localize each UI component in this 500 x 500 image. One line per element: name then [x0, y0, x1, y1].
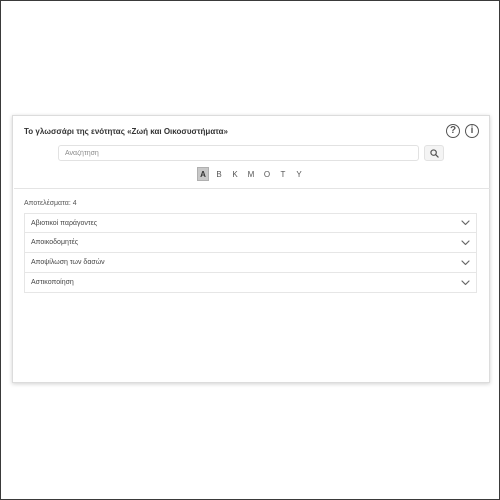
info-icon[interactable]: i [465, 124, 479, 138]
letter-filter-4[interactable]: Μ [245, 167, 257, 181]
results-list: Αβιοτικοί παράγοντες Αποικοδομητές Αποψίλω… [24, 213, 477, 293]
letter-filter-6[interactable]: Τ [277, 167, 289, 181]
results-count: Αποτελέσματα: 4 [24, 200, 77, 207]
glossary-term-row[interactable]: Αποψίλωση των δασών [24, 253, 477, 273]
glossary-term-row[interactable]: Αβιοτικοί παράγοντες [24, 213, 477, 233]
glossary-term-label: Αποψίλωση των δασών [31, 259, 105, 266]
glossary-term-label: Αστικοποίηση [31, 279, 74, 286]
chevron-down-icon [460, 278, 470, 288]
glossary-panel: Το γλωσσάρι της ενότητας «Ζωή και Οικοσυ… [12, 115, 490, 383]
glossary-term-label: Αβιοτικοί παράγοντες [31, 219, 98, 227]
separator [14, 188, 490, 189]
letter-filter-1[interactable]: Α [197, 167, 209, 181]
glossary-term-row[interactable]: Αστικοποίηση [24, 273, 477, 293]
glossary-term-label: Αποικοδομητές [31, 239, 79, 246]
chevron-down-icon [460, 218, 470, 228]
search-input[interactable] [58, 145, 419, 161]
magnifier-icon [429, 148, 439, 158]
letter-filter-2[interactable]: Β [213, 167, 225, 181]
letter-filter-7[interactable]: Υ [293, 167, 305, 181]
glossary-title: Το γλωσσάρι της ενότητας «Ζωή και Οικοσυ… [24, 127, 228, 136]
chevron-down-icon [460, 258, 470, 268]
letter-filter-3[interactable]: Κ [229, 167, 241, 181]
screen-frame: Το γλωσσάρι της ενότητας «Ζωή και Οικοσυ… [0, 0, 500, 500]
help-icon[interactable]: ? [446, 124, 460, 138]
chevron-down-icon [460, 238, 470, 248]
glossary-term-row[interactable]: Αποικοδομητές [24, 233, 477, 253]
letter-filter-5[interactable]: Ο [261, 167, 273, 181]
search-button[interactable] [424, 145, 444, 161]
letter-filter-bar: ΑΒΚΜΟΤΥ [13, 167, 489, 181]
